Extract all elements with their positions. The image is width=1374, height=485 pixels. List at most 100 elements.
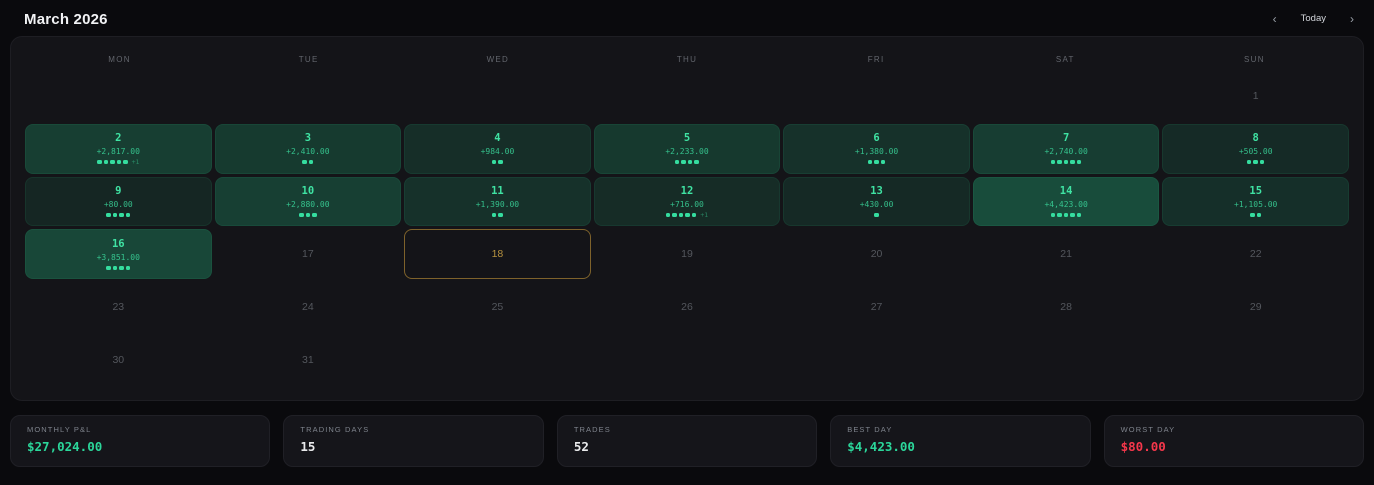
day-cell-2[interactable]: 2 +2,817.00 +1 [25,123,212,174]
day-cell-18[interactable]: 18 [404,229,591,280]
weekday-label: TUE [298,54,319,64]
day-cell-10[interactable]: 10 +2,880.00 [214,176,402,227]
day-cell-8[interactable]: 8 +505.00 [1162,123,1349,174]
day-cell-28[interactable]: 28 [973,282,1160,332]
day-number: 24 [302,301,314,314]
day-cell-26[interactable]: 26 [594,282,781,332]
trade-dots: +1 [665,211,708,219]
calendar-grid: 1 2 +2,817.00 +1 3 +2,410.00 4 +984.00 5 +2,233.0… [25,71,1349,385]
chevron-left-icon: ‹ [1272,12,1277,26]
trade-dot-icon [119,212,124,218]
trade-dot-icon [302,159,307,165]
day-cell-25[interactable]: 25 [404,282,591,332]
day-cell-22[interactable]: 22 [1162,229,1349,279]
trade-dot-icon [687,159,693,165]
stat-card-monthly-p-l: MONTHLY P&L $27,024.00 [10,415,271,467]
day-cell-27[interactable]: 27 [783,282,970,332]
day-number: 11 [491,185,504,198]
day-cell-19[interactable]: 19 [594,229,781,279]
day-cell-13[interactable]: 13 +430.00 [783,176,970,227]
day-number: 15 [1249,185,1263,198]
day-number: 29 [1249,301,1262,314]
day-number: 20 [870,248,883,261]
day-pnl-value: +716.00 [670,200,704,210]
day-cell-14[interactable]: 14 +4,423.00 [972,176,1160,227]
next-month-button[interactable]: › [1350,13,1354,25]
trade-dot-icon [116,159,122,165]
day-cell-17[interactable]: 17 [215,229,402,279]
weekday-label: SAT [1055,54,1075,64]
trade-dot-icon [1063,159,1069,165]
trade-dot-icon [305,212,311,218]
day-pnl-value: +1,380.00 [854,147,899,157]
trade-dots [1050,212,1082,218]
trade-dots [299,212,317,218]
day-pnl-value: +3,851.00 [96,252,140,262]
day-cell-9[interactable]: 9 +80.00 [25,176,212,227]
trade-dot-icon [491,159,497,165]
day-number: 26 [681,301,693,314]
trade-dot-icon [1063,212,1069,218]
trade-dot-icon [1250,212,1255,218]
day-number: 3 [304,132,312,145]
trade-dot-icon [119,265,124,271]
calendar-nav: ‹ Today › [1273,13,1358,25]
trade-dot-icon [112,265,118,271]
day-cell-4[interactable]: 4 +984.00 [404,123,591,174]
day-pnl-value: +80.00 [103,200,133,210]
day-number: 16 [111,237,125,250]
day-number: 13 [870,185,883,198]
weekday-label: FRI [867,54,885,64]
trade-dot-icon [665,212,671,218]
day-cell-24[interactable]: 24 [215,282,402,332]
day-cell-21[interactable]: 21 [973,229,1160,279]
day-cell-11[interactable]: 11 +1,390.00 [404,176,591,227]
trade-dot-icon [110,159,115,165]
stat-card-trades: TRADES 52 [556,415,818,467]
day-cell-20[interactable]: 20 [783,229,970,279]
trade-dot-icon [125,265,131,271]
stat-value: 52 [573,439,589,454]
day-cell-16[interactable]: 16 +3,851.00 [25,229,212,280]
trade-dot-icon [97,159,102,165]
day-cell-5[interactable]: 5 +2,233.00 [593,123,781,174]
weekday-label: THU [676,54,698,64]
trade-dot-icon [1050,212,1056,218]
day-cell-7[interactable]: 7 +2,740.00 [972,123,1160,174]
day-cell-15[interactable]: 15 +1,105.00 [1162,176,1349,227]
trade-dot-icon [1253,159,1258,165]
day-number: 7 [1062,132,1070,145]
trade-dot-icon [1070,212,1075,218]
stat-label: MONTHLY P&L [27,425,92,434]
day-pnl-value: +505.00 [1238,147,1273,157]
trade-dot-icon [106,212,111,218]
day-cell-29[interactable]: 29 [1162,282,1349,332]
trade-dot-icon [125,212,131,218]
trade-dots [1050,159,1082,165]
day-cell-23[interactable]: 23 [25,282,212,332]
weekday-header-row: MON TUE WED THU FRI SAT SUN [25,47,1349,71]
trade-dot-icon [685,212,690,218]
trade-dot-icon [123,159,128,165]
day-number: 21 [1060,248,1072,261]
trade-dot-icon [1259,159,1265,165]
day-cell-6[interactable]: 6 +1,380.00 [783,123,970,174]
trade-dot-icon [308,159,314,165]
day-number: 31 [302,354,314,367]
day-cell-3[interactable]: 3 +2,410.00 [214,123,402,174]
day-cell-31[interactable]: 31 [215,335,402,385]
day-cell-30[interactable]: 30 [25,335,212,385]
trade-dot-icon [491,212,497,218]
chevron-right-icon: › [1350,12,1354,26]
stat-value: 15 [300,439,316,454]
prev-month-button[interactable]: ‹ [1273,13,1277,25]
stat-card-worst-day: WORST DAY $80.00 [1103,415,1365,467]
trade-dot-icon [694,159,699,165]
today-button[interactable]: Today [1301,14,1326,24]
day-number: 1 [1252,89,1259,102]
day-number: 14 [1059,185,1073,198]
day-cell-12[interactable]: 12 +716.00 +1 [593,176,781,227]
stat-label: TRADING DAYS [300,425,370,434]
day-cell-1[interactable]: 1 [1162,71,1349,121]
trade-dots [1250,212,1262,218]
